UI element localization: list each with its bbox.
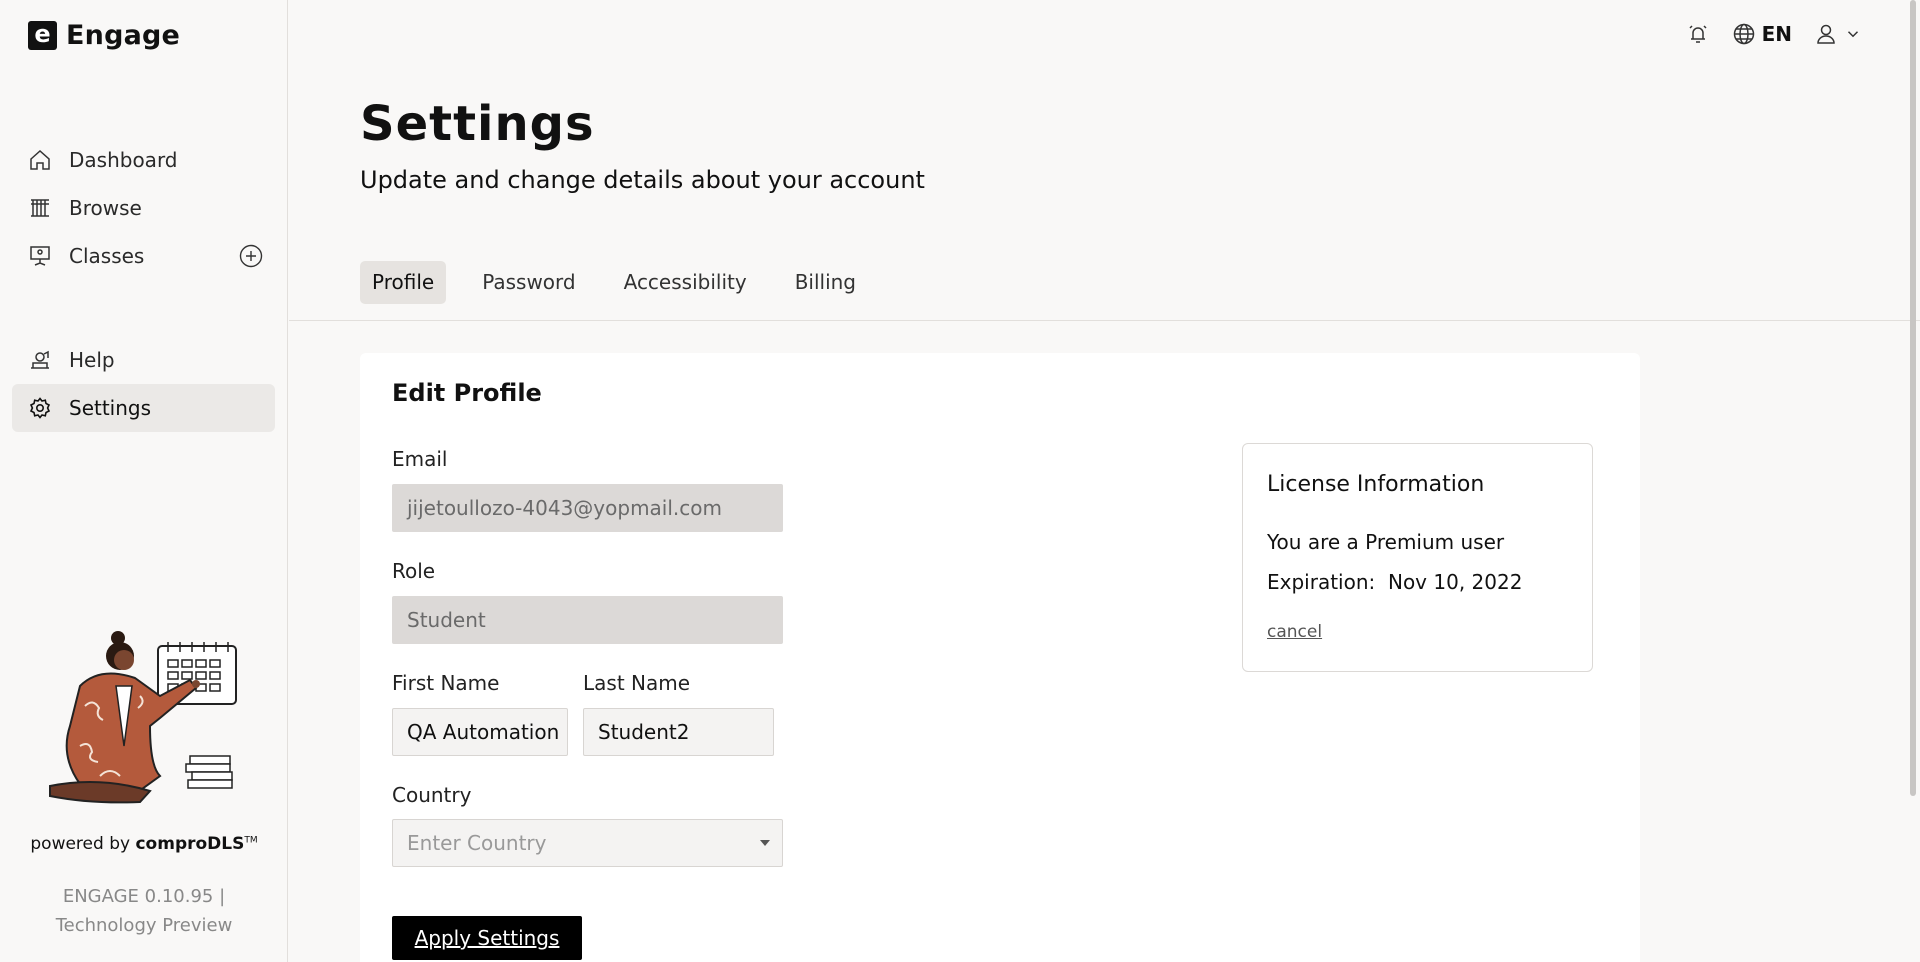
help-desk-icon — [31, 350, 49, 369]
tab-billing[interactable]: Billing — [783, 261, 868, 304]
primary-nav: Dashboard Browse Classes — [12, 136, 275, 280]
sidebar-item-label: Help — [69, 348, 115, 372]
edit-profile-card: Edit Profile Email jijetoullozo-4043@yop… — [360, 353, 1640, 962]
add-class-icon[interactable] — [239, 244, 263, 268]
sidebar-item-browse[interactable]: Browse — [12, 184, 275, 232]
presentation-icon — [30, 246, 50, 266]
gear-icon — [29, 397, 51, 419]
last-name-label: Last Name — [583, 671, 691, 695]
version-line: ENGAGE 0.10.95 | — [62, 886, 226, 907]
email-label: Email — [392, 447, 448, 471]
language-code: EN — [1761, 22, 1792, 46]
tab-password[interactable]: Password — [470, 261, 587, 304]
chevron-down-icon — [1847, 31, 1859, 38]
sidebar-item-label: Classes — [69, 244, 145, 268]
app-name: Engage — [66, 20, 181, 51]
library-icon — [31, 199, 49, 217]
caret-down-icon — [760, 840, 770, 846]
sidebar-item-help[interactable]: Help — [12, 336, 275, 384]
settings-tabs: Profile Password Accessibility Billing — [360, 261, 880, 304]
country-select[interactable]: Enter Country — [392, 819, 783, 867]
sidebar-item-label: Dashboard — [69, 148, 178, 172]
page-header: Settings Update and change details about… — [360, 96, 925, 194]
country-label: Country — [392, 783, 472, 807]
sidebar-item-classes[interactable]: Classes — [12, 232, 275, 280]
top-bar: EN — [1686, 22, 1862, 46]
powered-brand: comproDLS — [135, 834, 245, 854]
license-user-type: You are a Premium user — [1267, 530, 1505, 554]
license-info-card: License Information You are a Premium us… — [1242, 443, 1593, 672]
country-placeholder: Enter Country — [407, 831, 547, 855]
page-title: Settings — [360, 96, 595, 152]
role-field: Student — [392, 596, 783, 644]
expiration-label: Expiration: — [1267, 570, 1376, 594]
cancel-license-link[interactable]: cancel — [1267, 622, 1322, 642]
tabs-divider — [289, 320, 1920, 321]
powered-prefix: powered by — [30, 834, 136, 854]
powered-by: powered by comproDLSTM — [0, 834, 288, 854]
tab-accessibility[interactable]: Accessibility — [612, 261, 759, 304]
user-icon — [1817, 24, 1835, 44]
powered-tm: TM — [244, 835, 258, 846]
student-illustration — [49, 631, 237, 804]
sidebar-item-settings[interactable]: Settings — [12, 384, 275, 432]
sidebar-item-label: Settings — [69, 396, 152, 420]
page-scrollbar[interactable] — [1910, 0, 1916, 796]
notifications-button[interactable] — [1686, 22, 1710, 46]
license-title: License Information — [1267, 472, 1485, 497]
page-subtitle: Update and change details about your acc… — [360, 166, 925, 194]
logo-mark: e — [28, 21, 57, 50]
user-menu[interactable] — [1814, 22, 1862, 46]
card-title: Edit Profile — [392, 379, 542, 407]
email-field: jijetoullozo-4043@yopmail.com — [392, 484, 783, 532]
globe-icon — [1733, 23, 1754, 45]
first-name-label: First Name — [392, 671, 500, 695]
expiration-value: Nov 10, 2022 — [1387, 570, 1523, 594]
version-channel: Technology Preview — [55, 915, 233, 936]
app-logo[interactable]: e Engage — [28, 20, 180, 51]
secondary-nav: Help Settings — [12, 336, 275, 432]
home-icon — [30, 149, 50, 170]
language-selector[interactable]: EN — [1732, 22, 1792, 46]
version-info: ENGAGE 0.10.95 | Technology Preview — [0, 882, 288, 940]
sidebar-item-label: Browse — [69, 196, 142, 220]
sidebar-item-dashboard[interactable]: Dashboard — [12, 136, 275, 184]
last-name-field[interactable]: Student2 — [583, 708, 774, 756]
sidebar: e Engage Dashboard Browse Classes Help S… — [0, 0, 288, 962]
license-expiration: Expiration: Nov 10, 2022 — [1267, 570, 1522, 594]
first-name-field[interactable]: QA Automation — [392, 708, 568, 756]
alarm-icon — [1689, 25, 1707, 43]
role-label: Role — [392, 559, 436, 583]
tab-profile[interactable]: Profile — [360, 261, 447, 304]
apply-settings-button[interactable]: Apply Settings — [392, 916, 582, 960]
